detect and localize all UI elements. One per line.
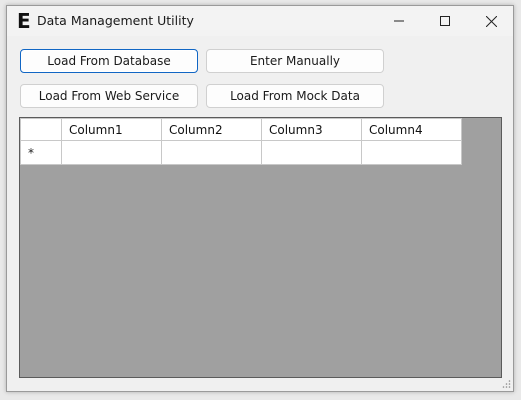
column-header-3[interactable]: Column3 [261,118,362,141]
column-header-4[interactable]: Column4 [361,118,462,141]
maximize-button[interactable] [422,6,468,36]
grid-cell[interactable] [61,140,162,165]
grid-cell[interactable] [361,140,462,165]
grid-cell[interactable] [261,140,362,165]
title-bar[interactable]: E Data Management Utility [7,6,513,36]
resize-grip-icon[interactable] [501,379,511,389]
main-window: E Data Management Utility Load From Data… [6,5,514,392]
close-button[interactable] [468,6,514,36]
maximize-icon [440,16,450,26]
grid-corner-header[interactable] [20,118,62,141]
minimize-icon [394,20,404,22]
load-from-web-service-button[interactable]: Load From Web Service [20,84,198,108]
load-from-database-button[interactable]: Load From Database [20,49,198,73]
data-grid-table: Column1 Column2 Column3 Column4 * [20,118,462,165]
app-icon: E [17,9,31,33]
column-header-1[interactable]: Column1 [61,118,162,141]
close-icon [485,15,497,27]
table-row: * [20,140,462,165]
column-header-2[interactable]: Column2 [161,118,262,141]
enter-manually-button[interactable]: Enter Manually [206,49,384,73]
grid-cell[interactable] [161,140,262,165]
data-grid[interactable]: Column1 Column2 Column3 Column4 * [19,117,502,378]
new-row-header[interactable]: * [20,140,62,165]
load-from-mock-data-button[interactable]: Load From Mock Data [206,84,384,108]
minimize-button[interactable] [376,6,422,36]
window-title: Data Management Utility [37,13,194,28]
